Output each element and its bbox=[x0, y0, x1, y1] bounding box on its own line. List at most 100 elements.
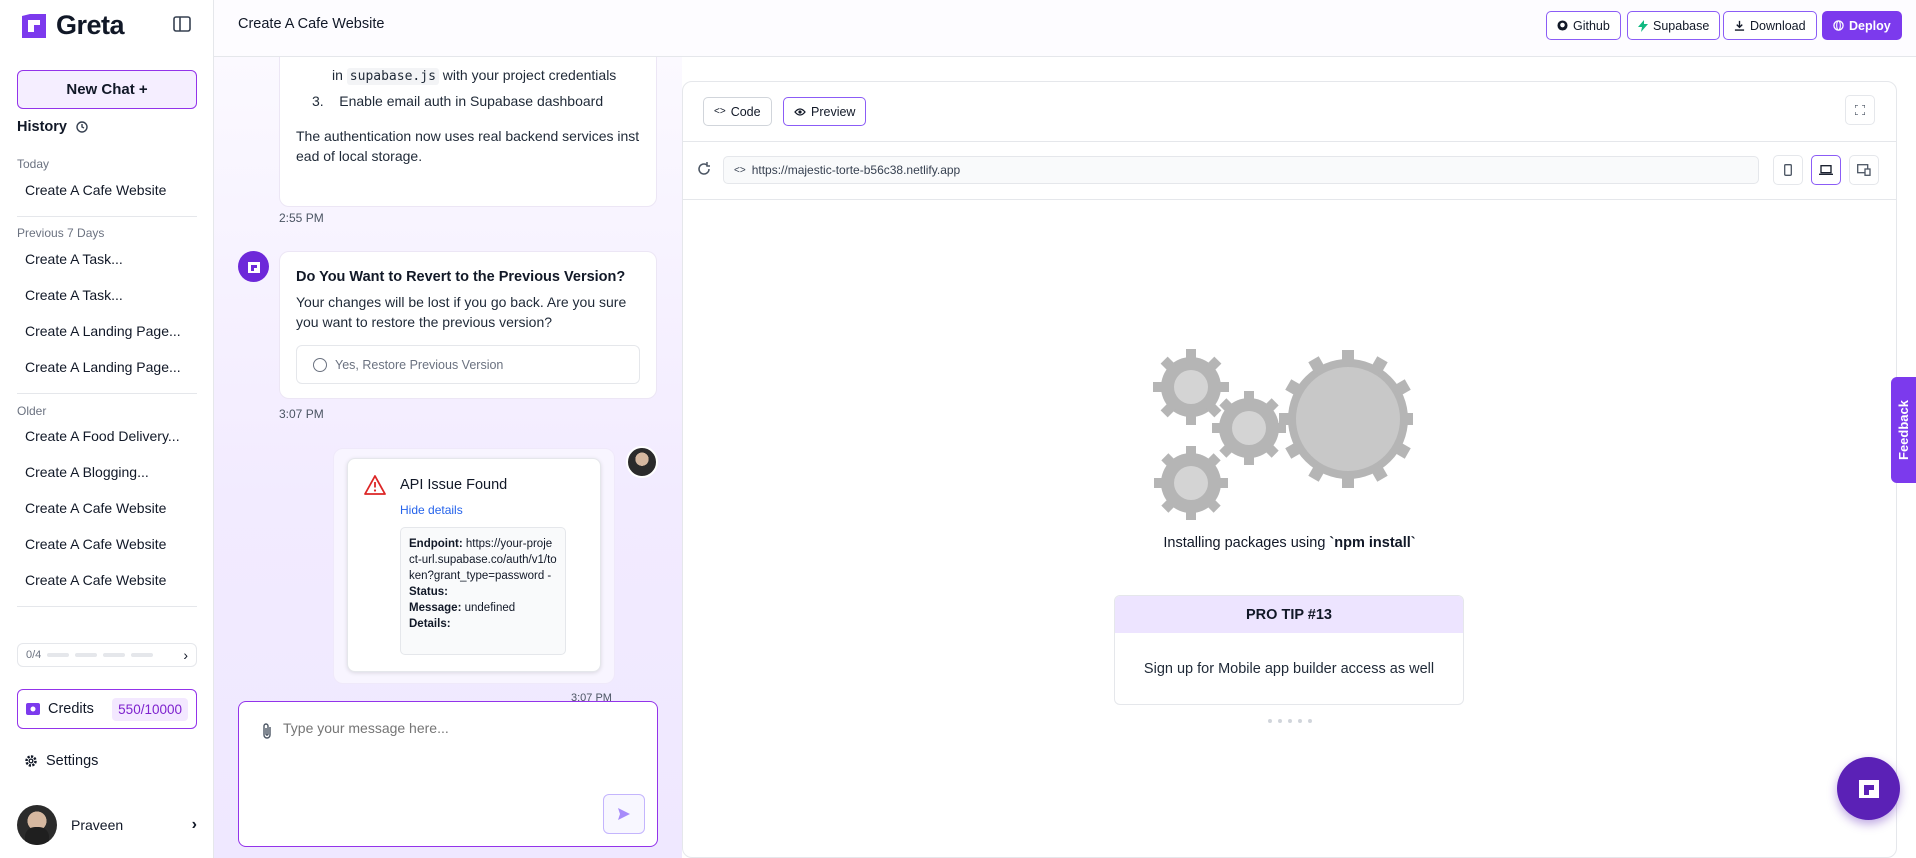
bot-avatar bbox=[238, 251, 269, 282]
send-icon bbox=[618, 808, 630, 820]
install-command: `npm install` bbox=[1329, 535, 1416, 551]
revert-body: Your changes will be lost if you go back… bbox=[296, 292, 626, 332]
message-composer[interactable] bbox=[238, 701, 658, 847]
status-row: Status: bbox=[409, 584, 557, 600]
revert-prompt: Do You Want to Revert to the Previous Ve… bbox=[279, 251, 657, 399]
history-item[interactable]: Create A Blogging... bbox=[25, 464, 149, 480]
restore-option[interactable]: Yes, Restore Previous Version bbox=[296, 345, 640, 384]
supabase-button[interactable]: Supabase bbox=[1627, 11, 1721, 40]
text: you want to restore the previous version… bbox=[296, 314, 553, 330]
credits-value: 550/10000 bbox=[112, 697, 188, 721]
pro-tip-title: PRO TIP #13 bbox=[1115, 596, 1463, 633]
status-label: Status: bbox=[409, 586, 448, 598]
history-group-older: Older bbox=[17, 404, 47, 418]
github-label: Github bbox=[1573, 18, 1610, 33]
tab-code-label: Code bbox=[730, 104, 761, 119]
gear-icon bbox=[25, 755, 37, 767]
send-button[interactable] bbox=[603, 794, 645, 834]
api-issue-title: API Issue Found bbox=[400, 477, 508, 493]
chat-panel: in supabase.js with your project credent… bbox=[214, 57, 682, 858]
deploy-button[interactable]: Deploy bbox=[1822, 11, 1902, 40]
chat-widget-button[interactable] bbox=[1837, 757, 1900, 820]
message-paragraph: The authentication now uses real backend… bbox=[296, 126, 639, 166]
credits-panel[interactable]: Credits 550/10000 bbox=[17, 689, 197, 729]
url-bar[interactable]: <> https://majestic-torte-b56c38.netlify… bbox=[723, 156, 1759, 184]
greta-bot-icon bbox=[247, 261, 260, 273]
message-timestamp: 3:07 PM bbox=[279, 407, 324, 421]
dot bbox=[1277, 719, 1282, 723]
dot bbox=[1297, 719, 1302, 723]
history-item[interactable]: Create A Task... bbox=[25, 287, 123, 303]
settings-label: Settings bbox=[46, 753, 99, 769]
responsive-view-button[interactable] bbox=[1849, 155, 1879, 185]
tab-preview[interactable]: Preview bbox=[783, 97, 867, 126]
tab-code[interactable]: <> Code bbox=[703, 97, 772, 126]
chevron-right-icon: › bbox=[183, 647, 188, 663]
greta-bot-icon bbox=[1858, 779, 1879, 798]
endpoint-label: Endpoint: bbox=[409, 538, 463, 550]
history-item[interactable]: Create A Landing Page... bbox=[25, 323, 181, 339]
avatar bbox=[17, 805, 57, 845]
hide-details-link[interactable]: Hide details bbox=[400, 503, 463, 517]
message-line: in supabase.js with your project credent… bbox=[332, 65, 616, 87]
install-status: Installing packages using `npm install` bbox=[683, 535, 1896, 551]
github-button[interactable]: Github bbox=[1546, 11, 1621, 40]
progress-segment bbox=[103, 653, 126, 657]
preview-panel: <> Code Preview <> https://majestic-tort… bbox=[682, 81, 1897, 858]
text: ead of local storage. bbox=[296, 148, 423, 164]
github-icon bbox=[1557, 20, 1568, 31]
progress-segment bbox=[47, 653, 70, 657]
details-label: Details: bbox=[409, 618, 451, 630]
logo[interactable]: Greta bbox=[20, 10, 125, 41]
text: with your project credentials bbox=[442, 67, 617, 83]
paperclip-icon[interactable] bbox=[261, 722, 273, 740]
radio-button[interactable] bbox=[313, 357, 327, 372]
sidebar-toggle-icon[interactable] bbox=[172, 14, 192, 34]
install-status-text: Installing packages using bbox=[1163, 535, 1330, 551]
divider bbox=[17, 393, 197, 394]
history-item[interactable]: Create A Landing Page... bbox=[25, 359, 181, 375]
history-item[interactable]: Create A Task... bbox=[25, 251, 123, 267]
onboarding-progress[interactable]: 0/4 › bbox=[17, 643, 197, 667]
dot bbox=[1287, 719, 1292, 723]
list-number: 3. bbox=[312, 93, 324, 109]
refresh-icon[interactable] bbox=[697, 162, 711, 176]
settings-link[interactable]: Settings bbox=[24, 753, 98, 769]
app-name: Greta bbox=[56, 10, 125, 40]
devices-icon bbox=[1857, 164, 1871, 176]
progress-segment bbox=[75, 653, 98, 657]
download-label: Download bbox=[1750, 18, 1806, 33]
inline-code: supabase.js bbox=[346, 68, 439, 85]
message-timestamp: 2:55 PM bbox=[279, 211, 324, 225]
history-item[interactable]: Create A Cafe Website bbox=[25, 572, 166, 588]
desktop-view-button[interactable] bbox=[1811, 155, 1841, 185]
user-menu[interactable]: Praveen › bbox=[17, 805, 197, 845]
message-row: Message: undefined bbox=[409, 600, 557, 616]
download-icon bbox=[1734, 20, 1745, 31]
code-icon: <> bbox=[734, 164, 746, 176]
history-item[interactable]: Create A Cafe Website bbox=[25, 536, 166, 552]
new-chat-button[interactable]: New Chat + bbox=[17, 70, 197, 109]
tab-preview-label: Preview bbox=[811, 104, 856, 119]
restore-option-label: Yes, Restore Previous Version bbox=[335, 357, 504, 372]
history-group-today: Today bbox=[17, 157, 50, 171]
message-input[interactable] bbox=[283, 720, 633, 736]
feedback-tab[interactable]: Feedback bbox=[1891, 377, 1916, 483]
history-item[interactable]: Create A Food Delivery... bbox=[25, 428, 180, 444]
chevron-right-icon: › bbox=[191, 816, 197, 833]
download-button[interactable]: Download bbox=[1723, 11, 1817, 40]
endpoint-row: Endpoint: https://your-project-url.supab… bbox=[409, 536, 557, 584]
revert-title: Do You Want to Revert to the Previous Ve… bbox=[296, 269, 626, 285]
warning-icon bbox=[364, 475, 386, 495]
history-item[interactable]: Create A Cafe Website bbox=[25, 500, 166, 516]
sidebar: Greta New Chat + History Today Create A … bbox=[0, 0, 214, 858]
lightning-icon bbox=[1638, 19, 1648, 32]
progress-count: 0/4 bbox=[26, 649, 42, 661]
fullscreen-button[interactable] bbox=[1845, 95, 1875, 125]
greta-logo-icon bbox=[22, 13, 46, 38]
top-bar: Create A Cafe Website Github Supabase Do… bbox=[214, 0, 1916, 57]
message-value: undefined bbox=[464, 602, 516, 614]
project-title: Create A Cafe Website bbox=[238, 16, 385, 32]
history-item[interactable]: Create A Cafe Website bbox=[25, 182, 166, 198]
mobile-view-button[interactable] bbox=[1773, 155, 1803, 185]
